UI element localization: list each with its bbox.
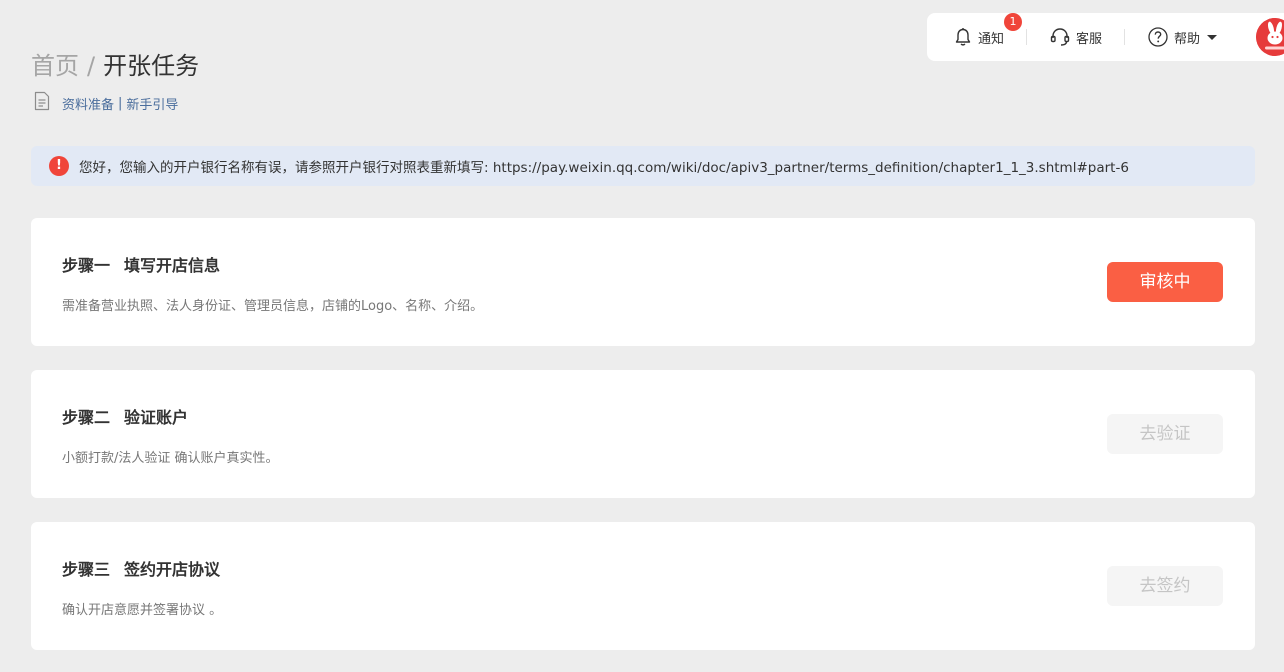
step-title: 步骤三 签约开店协议 (62, 556, 220, 580)
breadcrumb-home[interactable]: 首页 (31, 52, 79, 80)
error-alert: ! 您好，您输入的开户银行名称有误，请参照开户银行对照表重新填写: https:… (31, 146, 1255, 186)
step-title: 步骤二 验证账户 (62, 404, 188, 428)
materials-prep-link[interactable]: 资料准备 (62, 94, 114, 113)
help-label: 帮助 (1174, 31, 1201, 47)
step-name: 填写开店信息 (124, 256, 221, 275)
beginner-guide-link[interactable]: 新手引导 (126, 94, 178, 113)
sign-agreement-button[interactable]: 去签约 (1107, 566, 1223, 606)
notification-label: 通知 (978, 31, 1005, 47)
alert-message: 您好，您输入的开户银行名称有误，请参照开户银行对照表重新填写: https://… (79, 160, 1129, 176)
page-title: 开张任务 (103, 52, 200, 80)
step-description: 确认开店意愿并签署协议 。 (62, 603, 223, 618)
step-number: 步骤二 (62, 408, 111, 427)
verify-button[interactable]: 去验证 (1107, 414, 1223, 454)
step-card-3: 步骤三 签约开店协议 确认开店意愿并签署协议 。 去签约 (31, 522, 1255, 650)
help-menu-button[interactable]: 帮助 (1147, 26, 1218, 48)
customer-service-label: 客服 (1076, 31, 1103, 47)
avatar[interactable] (1256, 18, 1284, 56)
toolbar-divider (1124, 29, 1126, 45)
notification-button[interactable]: 通知 1 (953, 13, 1022, 47)
step-card-2: 步骤二 验证账户 小额打款/法人验证 确认账户真实性。 去验证 (31, 370, 1255, 498)
step-number: 步骤三 (62, 560, 111, 579)
help-circle-icon (1147, 26, 1169, 48)
breadcrumb: 首页 / 开张任务 (31, 50, 199, 82)
top-toolbar: 通知 1 客服 帮助 (927, 13, 1284, 61)
step-number: 步骤一 (62, 256, 111, 275)
caret-down-icon (1207, 34, 1218, 40)
step-name: 签约开店协议 (124, 560, 221, 579)
headset-icon (1049, 26, 1071, 48)
bell-icon (953, 27, 973, 47)
step-description: 需准备营业执照、法人身份证、管理员信息，店铺的Logo、名称、介绍。 (62, 299, 484, 314)
step-description: 小额打款/法人验证 确认账户真实性。 (62, 451, 279, 466)
breadcrumb-separator: / (87, 52, 96, 80)
help-links: 资料准备 | 新手引导 (33, 91, 178, 115)
error-icon: ! (49, 156, 69, 176)
step-name: 验证账户 (124, 408, 189, 427)
step-card-1: 步骤一 填写开店信息 需准备营业执照、法人身份证、管理员信息，店铺的Logo、名称… (31, 218, 1255, 346)
toolbar-divider (1026, 29, 1028, 45)
step-title: 步骤一 填写开店信息 (62, 252, 220, 276)
document-icon (33, 91, 51, 115)
customer-service-button[interactable]: 客服 (1049, 26, 1102, 48)
under-review-button[interactable]: 审核中 (1107, 262, 1223, 302)
notification-badge: 1 (1004, 13, 1022, 31)
link-separator: | (118, 95, 123, 111)
